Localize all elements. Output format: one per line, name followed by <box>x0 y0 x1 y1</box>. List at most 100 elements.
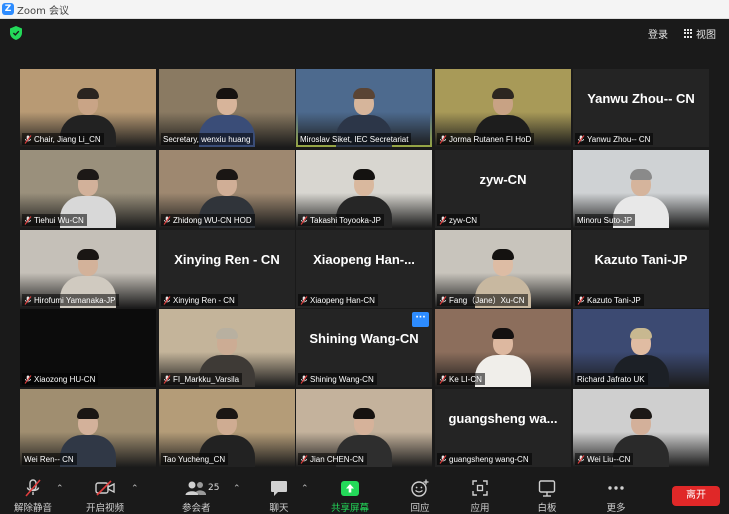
audio-options-chevron-icon[interactable]: ⌃ <box>56 484 64 494</box>
video-options-chevron-icon[interactable]: ⌃ <box>131 484 139 494</box>
participant-name-label: Jorma Rutanen FI HoD <box>437 133 535 145</box>
participant-tile[interactable]: Takashi Toyooka-JP <box>296 150 432 228</box>
muted-mic-icon <box>300 374 308 384</box>
participant-tile[interactable]: guangsheng wa... guangsheng wang-CN <box>435 389 571 467</box>
muted-mic-icon <box>439 374 447 384</box>
start-video-label: 开启视频 <box>86 503 125 514</box>
muted-mic-icon <box>300 215 308 225</box>
participant-name-label: Tiehui Wu-CN <box>22 214 87 226</box>
muted-microphone-icon <box>22 478 44 498</box>
reactions-label: 回应 <box>410 503 430 514</box>
muted-mic-icon <box>577 454 585 464</box>
muted-mic-icon <box>24 134 32 144</box>
participant-tile[interactable]: Richard Jafrato UK <box>573 309 709 387</box>
participant-tile[interactable]: Chair, Jiang Li_CN <box>20 69 156 147</box>
participant-name: Jorma Rutanen FI HoD <box>449 134 532 144</box>
participant-tile[interactable]: Miroslav Siket, IEC Secretariat <box>296 69 432 147</box>
participant-name-label: Richard Jafrato UK <box>575 373 648 385</box>
view-button[interactable]: 视图 <box>684 26 716 41</box>
participant-name-label: Takashi Toyooka-JP <box>298 214 384 226</box>
share-screen-button[interactable]: 共享屏幕 <box>331 478 369 514</box>
participant-name-label: Fang（Jane）Xu-CN <box>437 294 528 306</box>
participant-name: guangsheng wang-CN <box>449 454 529 464</box>
muted-mic-icon <box>439 454 447 464</box>
participant-tile[interactable]: Fang（Jane）Xu-CN <box>435 230 571 308</box>
participant-tile[interactable]: Tao Yucheng_CN <box>159 389 295 467</box>
apps-icon <box>469 478 491 498</box>
zoom-logo-icon: Z <box>2 3 14 15</box>
participant-name: Miroslav Siket, IEC Secretariat <box>300 134 409 144</box>
participant-tile[interactable]: Hirofumi Yamanaka-JP <box>20 230 156 308</box>
participant-tile[interactable]: Jorma Rutanen FI HoD <box>435 69 571 147</box>
participant-name: Takashi Toyooka-JP <box>310 215 381 225</box>
participants-icon <box>185 478 207 498</box>
participant-name: Wei Ren-- CN <box>24 454 74 464</box>
muted-mic-icon <box>439 215 447 225</box>
participant-display-name: zyw-CN <box>479 172 527 187</box>
participant-name-label: Shining Wang-CN <box>298 373 377 385</box>
login-button[interactable]: 登录 <box>648 26 668 41</box>
participant-name-label: Yanwu Zhou-- CN <box>575 133 654 145</box>
participant-tile[interactable]: Yanwu Zhou-- CN Yanwu Zhou-- CN <box>573 69 709 147</box>
participant-name: Tiehui Wu-CN <box>34 215 84 225</box>
ellipsis-icon <box>605 478 627 498</box>
chat-bubble-icon <box>268 478 290 498</box>
apps-label: 应用 <box>470 503 490 514</box>
view-label: 视图 <box>696 30 716 41</box>
participant-name-label: Minoru Suto-JP <box>575 214 636 226</box>
apps-button[interactable]: 应用 <box>469 478 491 514</box>
participant-tile[interactable]: Zhidong WU-CN HOD <box>159 150 295 228</box>
leave-button[interactable]: 离开 <box>672 486 720 506</box>
participant-name: Shining Wang-CN <box>310 374 374 384</box>
participant-tile[interactable]: Shining Wang-CN ··· Shining Wang-CN <box>296 309 432 387</box>
gallery-view: Chair, Jiang Li_CN Secretary, wenxiu huan… <box>20 69 710 467</box>
participant-name: Secretary, wenxiu huang <box>163 134 251 144</box>
muted-mic-icon <box>439 295 447 305</box>
participant-tile[interactable]: Ke LI-CN <box>435 309 571 387</box>
video-off-icon <box>94 478 116 498</box>
participant-name: Fang（Jane）Xu-CN <box>449 295 525 305</box>
participant-tile[interactable]: Wei Liu--CN <box>573 389 709 467</box>
chat-options-chevron-icon[interactable]: ⌃ <box>301 484 309 494</box>
participants-options-chevron-icon[interactable]: ⌃ <box>233 484 241 494</box>
participant-tile[interactable]: Kazuto Tani-JP Kazuto Tani-JP <box>573 230 709 308</box>
whiteboard-button[interactable]: 白板 <box>536 478 558 514</box>
participant-name: Richard Jafrato UK <box>577 374 645 384</box>
participant-count: 25 <box>208 483 220 493</box>
participant-tile[interactable]: Xinying Ren - CN Xinying Ren - CN <box>159 230 295 308</box>
participant-tile[interactable]: Minoru Suto-JP <box>573 150 709 228</box>
participant-tile[interactable]: Tiehui Wu-CN <box>20 150 156 228</box>
participant-tile[interactable]: Secretary, wenxiu huang <box>159 69 295 147</box>
participant-name-label: Secretary, wenxiu huang <box>161 133 254 145</box>
participant-name: Yanwu Zhou-- CN <box>587 134 651 144</box>
reactions-button[interactable]: 回应 <box>409 478 431 514</box>
participant-name: Hirofumi Yamanaka-JP <box>34 295 116 305</box>
muted-mic-icon <box>24 295 32 305</box>
participant-name-label: Xiaopeng Han-CN <box>298 294 378 306</box>
participant-name-label: Miroslav Siket, IEC Secretariat <box>298 133 412 145</box>
participant-name-label: Wei Ren-- CN <box>22 453 77 465</box>
participant-tile[interactable]: Xiaozong HU-CN <box>20 309 156 387</box>
participant-name: Jian CHEN-CN <box>310 454 364 464</box>
zoom-window: Z Zoom 会议 登录 视图 Chair, Jiang Li_CN Secret… <box>0 0 729 514</box>
participant-tile[interactable]: Jian CHEN-CN <box>296 389 432 467</box>
more-button[interactable]: 更多 <box>605 478 627 514</box>
whiteboard-icon <box>536 478 558 498</box>
tile-more-options-button[interactable]: ··· <box>412 312 429 327</box>
unmute-button[interactable]: 解除静音 <box>14 478 52 514</box>
participant-tile[interactable]: Wei Ren-- CN <box>20 389 156 467</box>
muted-mic-icon <box>577 295 585 305</box>
participant-tile[interactable]: zyw-CN zyw-CN <box>435 150 571 228</box>
participant-tile[interactable]: FI_Markku_Varsila <box>159 309 295 387</box>
start-video-button[interactable]: 开启视频 <box>86 478 124 514</box>
encryption-shield-icon[interactable] <box>10 26 22 40</box>
muted-mic-icon <box>439 134 447 144</box>
participant-tile[interactable]: Xiaopeng Han-... Xiaopeng Han-CN <box>296 230 432 308</box>
participant-name-label: Ke LI-CN <box>437 373 485 385</box>
participant-name-label: Xiaozong HU-CN <box>22 373 99 385</box>
participant-name: Minoru Suto-JP <box>577 215 633 225</box>
chat-button[interactable]: 聊天 <box>268 478 290 514</box>
chat-label: 聊天 <box>269 503 289 514</box>
participants-button[interactable]: 参会者 <box>182 478 211 514</box>
title-bar: Z Zoom 会议 <box>0 0 729 19</box>
